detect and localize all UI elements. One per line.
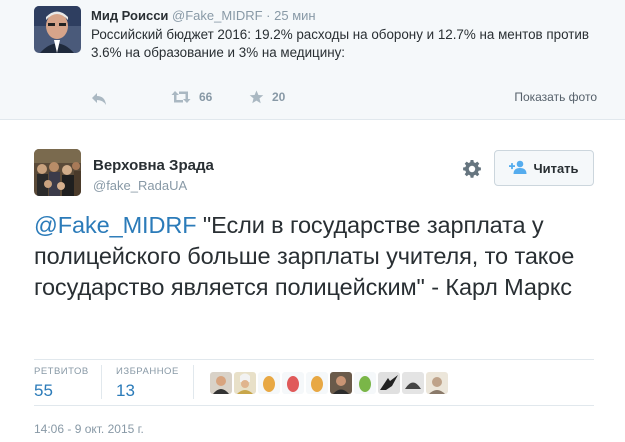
parent-tweet-text: Российский бюджет 2016: 19.2% расходы на… bbox=[91, 27, 589, 60]
favoriter-avatar[interactable] bbox=[306, 372, 328, 394]
favoriter-avatar[interactable] bbox=[282, 372, 304, 394]
star-icon bbox=[249, 90, 264, 104]
retweet-icon bbox=[171, 90, 191, 104]
main-author-avatar[interactable] bbox=[34, 149, 81, 196]
favoriter-avatar[interactable] bbox=[354, 372, 376, 394]
parent-author-avatar[interactable] bbox=[34, 6, 81, 53]
favorite-button[interactable]: 20 bbox=[249, 90, 285, 104]
tweet-timestamp[interactable]: 14:06 - 9 окт. 2015 г. bbox=[34, 422, 144, 436]
show-photo-link[interactable]: Показать фото bbox=[514, 90, 597, 104]
favoriter-avatar[interactable] bbox=[330, 372, 352, 394]
favoriter-avatar[interactable] bbox=[258, 372, 280, 394]
stats-separator bbox=[101, 365, 102, 399]
parent-tweet-header: Мид Роисси @Fake_MIDRF · 25 мин bbox=[91, 8, 316, 23]
favorites-label: ИЗБРАННОЕ bbox=[116, 366, 179, 377]
retweet-count: 66 bbox=[199, 90, 213, 104]
parent-tweet[interactable]: Мид Роисси @Fake_MIDRF · 25 мин Российск… bbox=[0, 0, 625, 120]
reply-button[interactable] bbox=[91, 92, 107, 106]
gear-icon[interactable] bbox=[462, 159, 482, 179]
tweet-text: @Fake_MIDRF "Если в государстве зарплата… bbox=[34, 210, 604, 303]
favorite-count: 20 bbox=[272, 90, 286, 104]
parent-author-handle[interactable]: @Fake_MIDRF bbox=[172, 8, 263, 23]
retweets-label: РЕТВИТОВ bbox=[34, 366, 89, 377]
stats-separator bbox=[193, 365, 194, 399]
favoriter-avatar[interactable] bbox=[378, 372, 400, 394]
mention-link[interactable]: @Fake_MIDRF bbox=[34, 212, 197, 238]
follow-button[interactable]: Читать bbox=[494, 150, 594, 186]
parent-tweet-time[interactable]: 25 мин bbox=[274, 8, 315, 23]
main-author-handle[interactable]: @fake_RadaUA bbox=[93, 178, 187, 193]
favoriter-avatar[interactable] bbox=[234, 372, 256, 394]
add-user-icon bbox=[509, 160, 527, 177]
favoriters-avatars bbox=[210, 372, 448, 394]
favorites-count[interactable]: 13 bbox=[116, 381, 135, 401]
favoriter-avatar[interactable] bbox=[426, 372, 448, 394]
stats-divider-bottom bbox=[34, 405, 594, 406]
header-separator: · bbox=[266, 8, 271, 23]
retweet-button[interactable]: 66 bbox=[171, 90, 212, 104]
favoriter-avatar[interactable] bbox=[402, 372, 424, 394]
parent-author-name[interactable]: Мид Роисси bbox=[91, 8, 168, 23]
retweets-count[interactable]: 55 bbox=[34, 381, 53, 401]
stats-divider-top bbox=[34, 359, 594, 360]
reply-icon bbox=[91, 92, 107, 106]
main-author-name[interactable]: Верховна Зрада bbox=[93, 157, 214, 174]
favoriter-avatar[interactable] bbox=[210, 372, 232, 394]
follow-button-label: Читать bbox=[533, 160, 579, 176]
